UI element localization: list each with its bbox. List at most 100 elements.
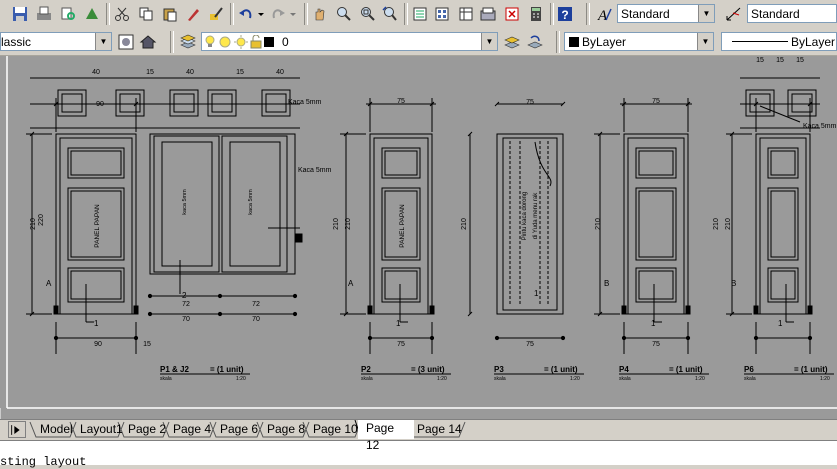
door-p3-curve	[534, 141, 552, 187]
door-title-code: P3	[494, 365, 504, 374]
dimension-dot	[147, 293, 153, 299]
lock-icon	[250, 34, 262, 48]
tab-page-8[interactable]: Page 8	[259, 421, 309, 438]
door-title-sub: skala	[744, 376, 756, 382]
tab-page-2[interactable]: Page 2	[120, 421, 170, 438]
make-object-layer-current-icon[interactable]	[502, 32, 522, 52]
text-style-icon[interactable]: A	[594, 4, 614, 24]
linetype-control-combo[interactable]: ByLayer	[721, 32, 837, 51]
door-p1-panel-panel-bot-inner	[70, 270, 122, 300]
dimension-label: 75	[526, 99, 534, 106]
door-p1-transom-3-glass	[173, 93, 195, 113]
dimension-dot	[560, 335, 566, 341]
door-title-scale: 1:20	[437, 376, 447, 382]
door-title-qty: = (3 unit)	[411, 365, 445, 374]
door-p6-floor-right	[807, 305, 813, 315]
door-p1-glass-label-left: kaca 5mm	[182, 189, 188, 215]
paste-icon[interactable]	[160, 4, 180, 24]
command-line[interactable]: sting layout	[0, 440, 837, 469]
linetype-control-value: ByLayer	[791, 34, 836, 49]
door-p3-label-2: di Yuda menu rak	[533, 192, 539, 240]
calculator-icon[interactable]	[526, 4, 546, 24]
tab-layout1[interactable]: Layout1	[72, 421, 127, 438]
chevron-down-icon[interactable]: ▼	[95, 33, 111, 50]
match-properties-icon[interactable]	[184, 4, 204, 24]
design-center-icon[interactable]	[432, 4, 452, 24]
annotation-label: Kaca 5mm	[803, 123, 837, 130]
door-p2-panel-top	[381, 147, 421, 179]
tab-scroll-right-icon[interactable]	[8, 421, 26, 438]
tab-page-4[interactable]: Page 4	[165, 421, 215, 438]
zoom-realtime-icon[interactable]	[334, 4, 354, 24]
door-title-qty: = (1 unit)	[669, 365, 703, 374]
undo-icon[interactable]	[236, 4, 256, 24]
workspace-settings-icon[interactable]	[116, 32, 136, 52]
dimension-label: 15	[236, 69, 244, 76]
tab-page-12[interactable]: Page 12	[358, 420, 414, 452]
door-title-scale: 1:20	[820, 376, 830, 382]
door-p1-leaf-right	[221, 135, 288, 273]
callout-number: 1	[778, 319, 783, 328]
drawing-svg: kaca 5mm kaca 5mm PANEL PAPAN PANEL PAPAN Pi…	[26, 57, 837, 382]
tool-palettes-icon[interactable]	[456, 4, 476, 24]
door-p4-floor-left	[621, 305, 627, 315]
callout-number: 2	[182, 291, 187, 300]
layer-previous-icon[interactable]	[525, 32, 545, 52]
chevron-down-icon[interactable]: ▼	[698, 5, 714, 22]
dimension-label: 75	[397, 341, 405, 348]
layout-tab-bar: Model Layout1 Page 2 Page 4 Page 6 Page …	[0, 419, 837, 452]
layer-control-combo[interactable]: 0 ▼	[201, 32, 498, 51]
redo-dropdown-icon[interactable]	[288, 4, 298, 24]
workspace-home-icon[interactable]	[138, 32, 158, 52]
door-p4-panel-bot	[635, 267, 677, 303]
dimension-label: 15	[146, 69, 154, 76]
workspace-combo[interactable]: lassic ▼	[0, 32, 112, 51]
tab-page-6[interactable]: Page 6	[212, 421, 262, 438]
dimension-dot	[292, 311, 298, 317]
markup-icon[interactable]	[502, 4, 522, 24]
save-icon[interactable]	[10, 4, 30, 24]
layer-properties-icon[interactable]	[178, 32, 198, 52]
dimension-label: 72	[182, 301, 190, 308]
door-p2-floor-left	[367, 305, 373, 315]
color-control-combo[interactable]: ByLayer ▼	[564, 32, 714, 51]
svg-text:?: ?	[561, 8, 568, 22]
door-p6-panel-top	[767, 147, 799, 179]
door-p6-transom-2-glass	[791, 93, 813, 113]
plot-icon[interactable]	[34, 4, 54, 24]
copy-icon[interactable]	[136, 4, 156, 24]
help-icon[interactable]: ?	[555, 4, 575, 24]
plot-preview-icon[interactable]	[58, 4, 78, 24]
tab-page-10[interactable]: Page 10	[305, 421, 362, 438]
text-style-value: Standard	[621, 6, 670, 21]
callout-number: 1	[651, 319, 656, 328]
chevron-down-icon[interactable]: ▼	[697, 33, 713, 50]
door-p6-panel-mid	[767, 187, 799, 261]
dim-style-icon[interactable]	[724, 4, 744, 24]
properties-icon[interactable]	[410, 4, 430, 24]
zoom-previous-icon[interactable]	[380, 4, 400, 24]
tab-model[interactable]: Model	[32, 421, 77, 438]
drawing-canvas[interactable]: kaca 5mm kaca 5mm PANEL PAPAN PANEL PAPAN Pi…	[0, 56, 837, 419]
door-p1-panel-panel-bot	[67, 267, 125, 303]
dim-style-combo[interactable]: Standard	[747, 4, 837, 23]
publish-icon[interactable]	[82, 4, 102, 24]
tab-page-14[interactable]: Page 14	[409, 421, 466, 438]
color-swatch-icon	[569, 36, 579, 47]
block-editor-icon[interactable]	[206, 4, 226, 24]
door-p1-transom-4-glass	[211, 93, 233, 113]
dimension-label: 70	[182, 316, 190, 323]
callout-number: 1	[534, 289, 539, 298]
sheet-set-icon[interactable]	[478, 4, 498, 24]
zoom-window-icon[interactable]	[358, 4, 378, 24]
door-p6-panel-mid-inner	[770, 190, 796, 258]
text-style-combo[interactable]: Standard ▼	[617, 4, 715, 23]
cut-icon[interactable]	[112, 4, 132, 24]
door-p2-floor-right	[429, 305, 435, 315]
door-p6-floor-left	[753, 305, 759, 315]
chevron-down-icon[interactable]: ▼	[481, 33, 497, 50]
section-mark: A	[46, 279, 52, 288]
undo-dropdown-icon[interactable]	[256, 4, 266, 24]
pan-icon[interactable]	[310, 4, 330, 24]
redo-icon[interactable]	[268, 4, 288, 24]
